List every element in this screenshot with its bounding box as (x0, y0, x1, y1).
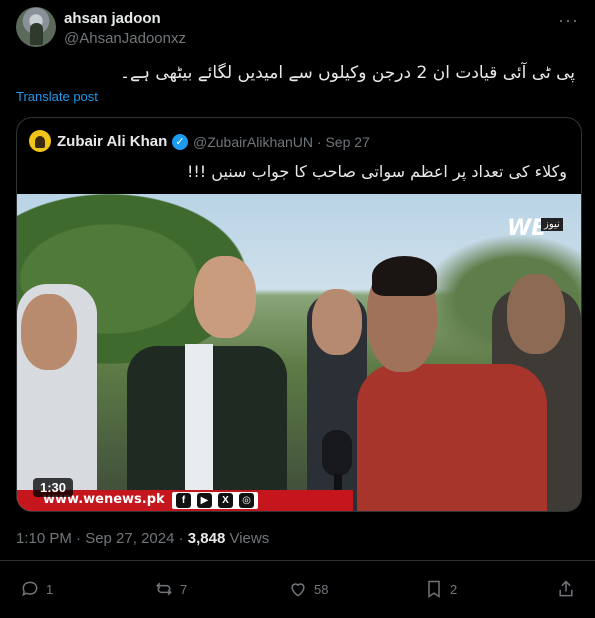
bookmark-count: 2 (450, 581, 458, 597)
quoted-author-avatar[interactable] (29, 130, 51, 152)
quoted-handle-date[interactable]: @ZubairAlikhanUN · Sep 27 (193, 134, 370, 150)
video-person-red-shirt (357, 364, 547, 511)
video-person-center-head (194, 256, 256, 338)
channel-logo-badge: نیوز (541, 218, 563, 231)
reply-icon (22, 581, 38, 597)
x-icon: X (218, 493, 233, 508)
action-bar: 1 7 58 2 (0, 574, 595, 604)
repost-button[interactable]: 7 (154, 574, 187, 604)
like-count: 58 (314, 581, 329, 597)
microphone (322, 430, 352, 476)
more-horizontal-icon[interactable]: ··· (558, 10, 579, 31)
author-handle[interactable]: @AhsanJadoonxz (64, 30, 186, 47)
quoted-author-name[interactable]: Zubair Ali Khan (57, 133, 167, 150)
video-person-right-head (507, 274, 565, 354)
facebook-icon: f (176, 493, 191, 508)
translate-post-link[interactable]: Translate post (16, 89, 98, 104)
author-name[interactable]: ahsan jadoon (64, 10, 161, 27)
bookmark-button[interactable]: 2 (424, 574, 457, 604)
quoted-post[interactable]: Zubair Ali Khan ✓ @ZubairAlikhanUN · Sep… (16, 117, 582, 512)
video-person-left-head (21, 294, 77, 370)
bookmark-icon (428, 580, 440, 598)
youtube-icon: ▶ (197, 493, 212, 508)
repost-icon (156, 582, 172, 596)
heart-icon (291, 583, 305, 597)
verified-badge-icon: ✓ (172, 134, 188, 150)
video-person-back-head (312, 289, 362, 355)
author-avatar[interactable] (16, 7, 56, 47)
share-icon (559, 580, 573, 597)
views-count: 3,848 (187, 530, 226, 547)
post-timestamp[interactable]: 1:10 PM · Sep 27, 2024 · (16, 530, 188, 547)
video-person-red-hair (372, 256, 437, 296)
channel-logo: WE نیوز (507, 216, 567, 244)
quoted-post-text: وکلاء کی تعداد پر اعظم سواتی صاحب کا جوا… (186, 162, 567, 181)
like-button[interactable]: 58 (288, 574, 328, 604)
divider (0, 560, 595, 561)
share-button[interactable] (556, 574, 576, 604)
reply-button[interactable]: 1 (20, 574, 53, 604)
post-header: ahsan jadoon @AhsanJadoonxz ··· (16, 6, 583, 50)
video-duration: 1:30 (33, 478, 74, 497)
reply-count: 1 (46, 581, 54, 597)
post-text: پی ٹی آئی قیادت ان 2 درجن وکیلوں سے امید… (120, 63, 575, 83)
post-meta: 1:10 PM · Sep 27, 2024 · 3,848 Views (16, 530, 269, 547)
video-person-center-shirt (185, 344, 213, 511)
instagram-icon: ◎ (239, 493, 254, 508)
video-player[interactable]: WE نیوز www.wenews.pk f ▶ X ◎ 1:30 (17, 194, 581, 511)
ticker-social-icons: f ▶ X ◎ (172, 492, 258, 509)
repost-count: 7 (180, 581, 188, 597)
views-label: Views (225, 530, 270, 547)
